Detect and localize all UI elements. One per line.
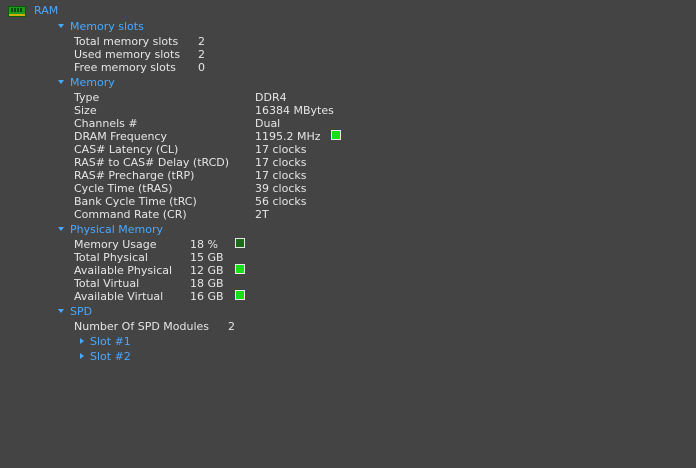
row-label: Type xyxy=(74,91,100,104)
row-label: Memory Usage xyxy=(74,238,157,251)
section-physical-memory[interactable]: Physical Memory xyxy=(70,223,163,236)
row-value: 18 GB xyxy=(190,277,224,290)
row-label: RAS# Precharge (tRP) xyxy=(74,169,195,182)
tree-item-slot-2[interactable]: Slot #2 xyxy=(90,350,131,363)
row-label: Total Virtual xyxy=(74,277,140,290)
green-indicator-icon xyxy=(331,130,341,140)
row-label: Channels # xyxy=(74,117,138,130)
expand-arrow-icon[interactable] xyxy=(80,353,84,359)
usage-indicator-icon xyxy=(235,238,245,248)
row-label: Used memory slots xyxy=(74,48,181,61)
collapse-arrow-icon[interactable] xyxy=(58,80,64,84)
row-value: 2 xyxy=(228,320,235,333)
collapse-arrow-icon[interactable] xyxy=(58,309,64,313)
row-label: Available Physical xyxy=(74,264,173,277)
row-label: Number Of SPD Modules xyxy=(74,320,210,333)
row-label: DRAM Frequency xyxy=(74,130,168,143)
row-value: 1195.2 MHz xyxy=(255,130,321,143)
row-label: Total Physical xyxy=(74,251,148,264)
row-value: 39 clocks xyxy=(255,182,307,195)
tree-item-slot-1[interactable]: Slot #1 xyxy=(90,335,131,348)
collapse-arrow-icon[interactable] xyxy=(58,227,64,231)
collapse-arrow-icon[interactable] xyxy=(58,24,64,28)
row-value: 17 clocks xyxy=(255,169,307,182)
row-value: 17 clocks xyxy=(255,156,307,169)
row-label: Available Virtual xyxy=(74,290,164,303)
row-label: Size xyxy=(74,104,97,117)
row-label: Cycle Time (tRAS) xyxy=(74,182,173,195)
row-value: 0 xyxy=(198,61,205,74)
row-value: 12 GB xyxy=(190,264,224,277)
row-label: RAS# to CAS# Delay (tRCD) xyxy=(74,156,230,169)
section-spd[interactable]: SPD xyxy=(70,305,92,318)
expand-arrow-icon[interactable] xyxy=(80,338,84,344)
row-value: 15 GB xyxy=(190,251,224,264)
row-value: 56 clocks xyxy=(255,195,307,208)
tree-root-ram[interactable]: RAM xyxy=(34,4,58,17)
row-label: Bank Cycle Time (tRC) xyxy=(74,195,197,208)
row-value: 18 % xyxy=(190,238,218,251)
row-value: DDR4 xyxy=(255,91,287,104)
row-label: Command Rate (CR) xyxy=(74,208,187,221)
row-value: 16384 MBytes xyxy=(255,104,334,117)
row-label: Free memory slots xyxy=(74,61,176,74)
ram-module-icon xyxy=(8,6,26,17)
row-value: 17 clocks xyxy=(255,143,307,156)
row-label: CAS# Latency (CL) xyxy=(74,143,179,156)
row-value: 2 xyxy=(198,35,205,48)
section-memory[interactable]: Memory xyxy=(70,76,115,89)
green-indicator-icon xyxy=(235,264,245,274)
row-value: 2T xyxy=(255,208,269,221)
row-value: 2 xyxy=(198,48,205,61)
row-value: 16 GB xyxy=(190,290,224,303)
row-label: Total memory slots xyxy=(74,35,179,48)
section-memory-slots[interactable]: Memory slots xyxy=(70,20,144,33)
row-value: Dual xyxy=(255,117,281,130)
green-indicator-icon xyxy=(235,290,245,300)
